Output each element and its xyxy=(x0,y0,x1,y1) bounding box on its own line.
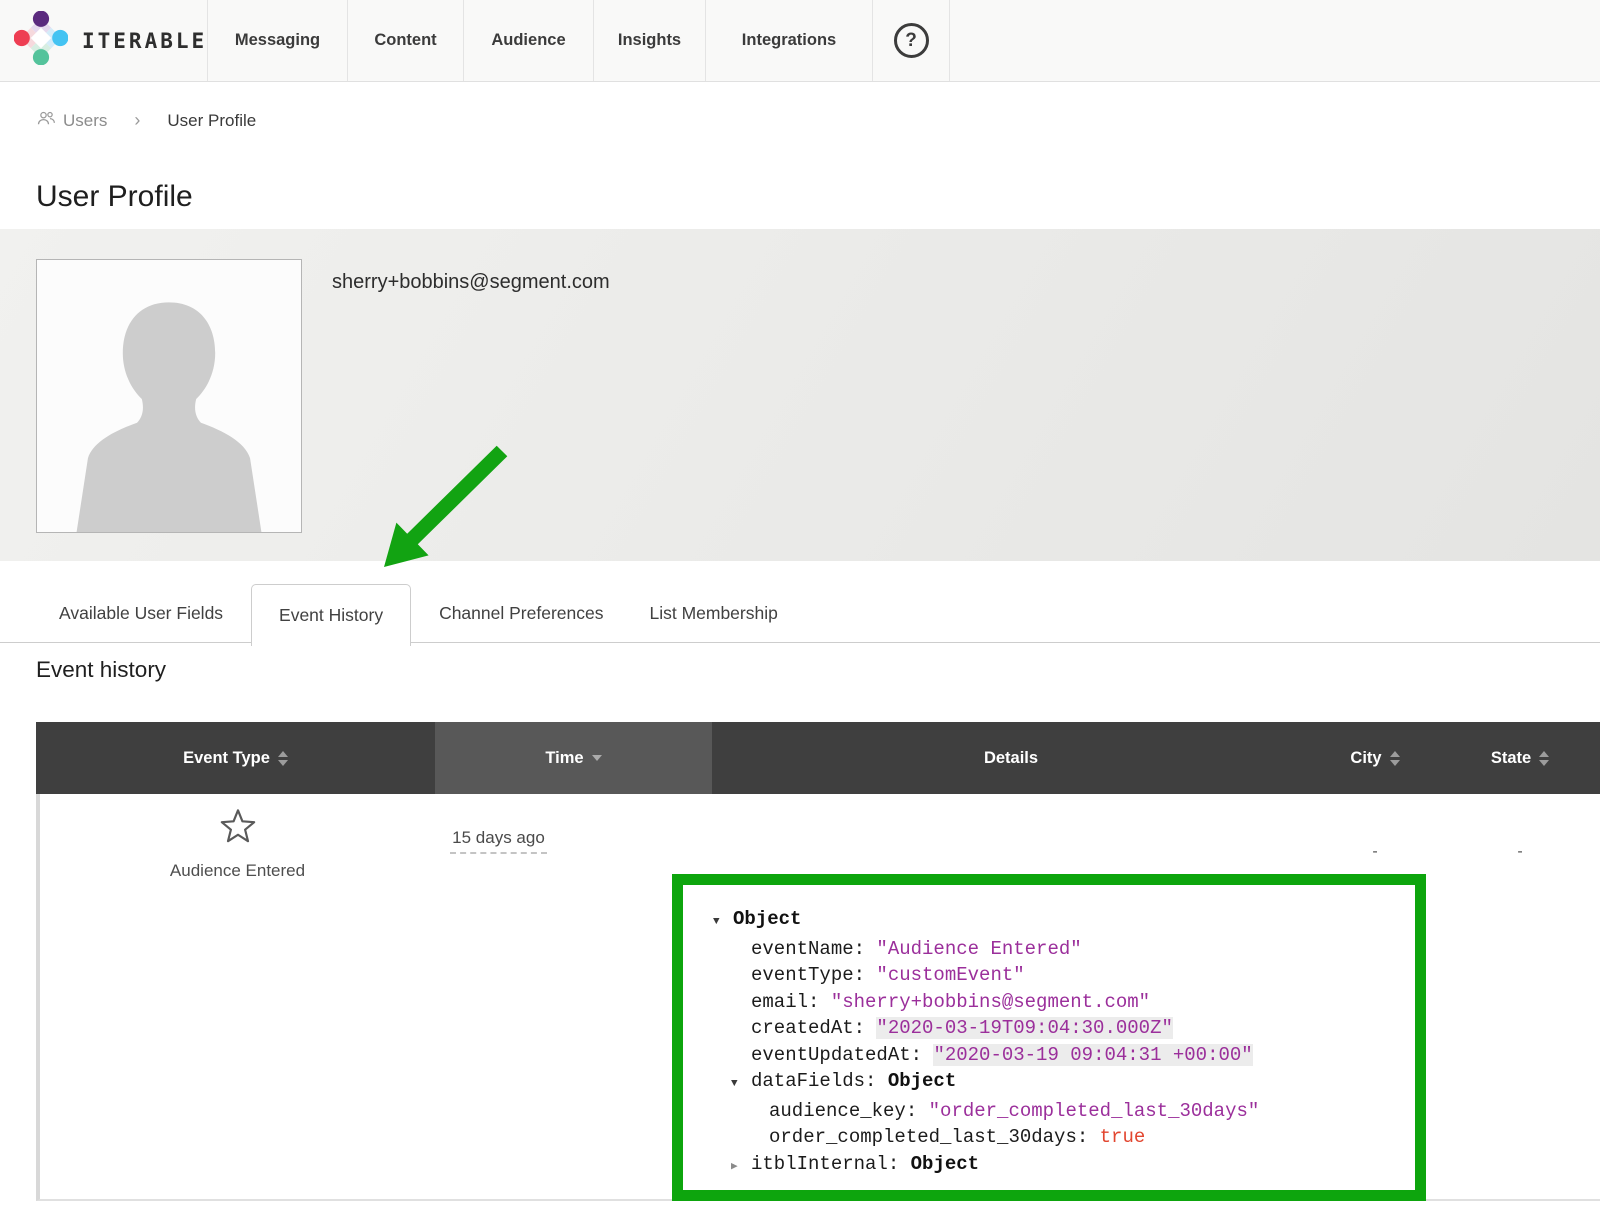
column-header-details: Details xyxy=(712,722,1310,794)
tab-label: Available User Fields xyxy=(59,603,223,624)
nav-item-insights[interactable]: Insights xyxy=(594,0,706,81)
column-label: Time xyxy=(545,749,583,768)
json-line: ▼Object xyxy=(713,906,1399,936)
sort-icon[interactable] xyxy=(1390,751,1400,766)
nav-item-label: Content xyxy=(374,31,436,50)
sort-icon[interactable] xyxy=(278,751,288,766)
table-header: Event Type Time Details City State xyxy=(36,722,1600,794)
nav-item-label: Insights xyxy=(618,31,681,50)
iterable-logo[interactable]: ITERABLE xyxy=(0,0,208,81)
json-value: "customEvent" xyxy=(876,964,1024,986)
column-header-city[interactable]: City xyxy=(1310,722,1440,794)
column-header-state[interactable]: State xyxy=(1440,722,1600,794)
tab-list-membership[interactable]: List Membership xyxy=(626,584,800,643)
column-label: State xyxy=(1491,749,1531,768)
column-header-time[interactable]: Time xyxy=(435,722,712,794)
json-key: createdAt: xyxy=(751,1017,876,1039)
tab-label: Channel Preferences xyxy=(439,603,603,624)
breadcrumb-current: User Profile xyxy=(167,111,256,131)
tab-label: List Membership xyxy=(649,603,777,624)
tab-channel-preferences[interactable]: Channel Preferences xyxy=(416,584,626,643)
json-line: email: "sherry+bobbins@segment.com" xyxy=(713,989,1399,1016)
json-value: "Audience Entered" xyxy=(876,938,1081,960)
avatar xyxy=(36,259,302,533)
json-key: eventType: xyxy=(751,964,876,986)
tab-available-user-fields[interactable]: Available User Fields xyxy=(36,584,246,643)
brand-wordmark: ITERABLE xyxy=(82,29,207,53)
nav-item-messaging[interactable]: Messaging xyxy=(208,0,348,81)
json-key: audience_key: xyxy=(769,1100,929,1122)
event-type-cell: Audience Entered xyxy=(40,794,435,1199)
json-line: order_completed_last_30days: true xyxy=(713,1124,1399,1151)
help-button[interactable]: ? xyxy=(873,0,950,81)
json-value: Object xyxy=(733,908,801,930)
time-cell: 15 days ago xyxy=(435,794,712,1199)
top-navigation: ITERABLE Messaging Content Audience Insi… xyxy=(0,0,1600,82)
page-title: User Profile xyxy=(36,181,1600,213)
column-label: City xyxy=(1350,749,1381,768)
json-value: "2020-03-19 09:04:31 +00:00" xyxy=(933,1044,1252,1066)
state-cell: - xyxy=(1440,794,1600,1199)
json-key: order_completed_last_30days: xyxy=(769,1126,1100,1148)
json-line: ▼dataFields: Object xyxy=(713,1068,1399,1098)
json-value: "2020-03-19T09:04:30.000Z" xyxy=(876,1017,1172,1039)
event-type-label: Audience Entered xyxy=(170,861,305,881)
caret-right-icon[interactable]: ▶ xyxy=(731,1154,751,1181)
json-key: eventUpdatedAt: xyxy=(751,1044,933,1066)
relative-time[interactable]: 15 days ago xyxy=(450,828,547,854)
json-value: true xyxy=(1100,1126,1146,1148)
json-line: audience_key: "order_completed_last_30da… xyxy=(713,1098,1399,1125)
json-key: itblInternal: xyxy=(751,1153,911,1175)
json-key: eventName: xyxy=(751,938,876,960)
iterable-logo-icon xyxy=(14,11,68,70)
json-value: "sherry+bobbins@segment.com" xyxy=(831,991,1150,1013)
caret-down-icon[interactable]: ▼ xyxy=(713,909,733,936)
help-icon: ? xyxy=(894,23,929,58)
json-line: eventName: "Audience Entered" xyxy=(713,936,1399,963)
json-line: eventUpdatedAt: "2020-03-19 09:04:31 +00… xyxy=(713,1042,1399,1069)
json-line: ▶itblInternal: Object xyxy=(713,1151,1399,1181)
nav-item-label: Messaging xyxy=(235,31,320,50)
nav-item-label: Audience xyxy=(491,31,565,50)
breadcrumb-users-link[interactable]: Users xyxy=(36,110,107,131)
column-label: Details xyxy=(984,749,1038,768)
column-label: Event Type xyxy=(183,749,270,768)
json-key: email: xyxy=(751,991,831,1013)
event-history-table: Event Type Time Details City State Audie… xyxy=(36,722,1600,1201)
tab-event-history[interactable]: Event History xyxy=(251,584,411,646)
nav-item-content[interactable]: Content xyxy=(348,0,464,81)
json-value: Object xyxy=(888,1070,956,1092)
details-json-lines: ▼ObjecteventName: "Audience Entered"even… xyxy=(713,906,1399,1180)
user-email: sherry+bobbins@segment.com xyxy=(332,271,610,294)
nav-item-label: Integrations xyxy=(742,31,836,50)
star-icon xyxy=(218,806,258,851)
column-header-event-type[interactable]: Event Type xyxy=(36,722,435,794)
users-icon xyxy=(36,110,56,131)
sort-desc-icon[interactable] xyxy=(592,755,602,761)
json-value: Object xyxy=(911,1153,979,1175)
table-row: Audience Entered 15 days ago - - ▼Object… xyxy=(36,794,1600,1201)
nav-item-audience[interactable]: Audience xyxy=(464,0,594,81)
sort-icon[interactable] xyxy=(1539,751,1549,766)
section-heading: Event history xyxy=(36,657,1600,683)
annotation-arrow-icon xyxy=(374,445,514,580)
profile-tabs: Available User Fields Event History Chan… xyxy=(0,584,1600,643)
breadcrumb-root-label: Users xyxy=(63,111,107,131)
json-value: "order_completed_last_30days" xyxy=(929,1100,1260,1122)
tab-label: Event History xyxy=(279,605,383,626)
breadcrumb: Users › User Profile xyxy=(36,110,1600,131)
highlighted-json-details: ▼ObjecteventName: "Audience Entered"even… xyxy=(672,874,1426,1201)
profile-header-section: sherry+bobbins@segment.com xyxy=(0,229,1600,561)
json-line: eventType: "customEvent" xyxy=(713,962,1399,989)
nav-item-integrations[interactable]: Integrations xyxy=(706,0,873,81)
json-key: dataFields: xyxy=(751,1070,888,1092)
chevron-right-icon: › xyxy=(134,110,140,131)
json-line: createdAt: "2020-03-19T09:04:30.000Z" xyxy=(713,1015,1399,1042)
caret-down-icon[interactable]: ▼ xyxy=(731,1071,751,1098)
